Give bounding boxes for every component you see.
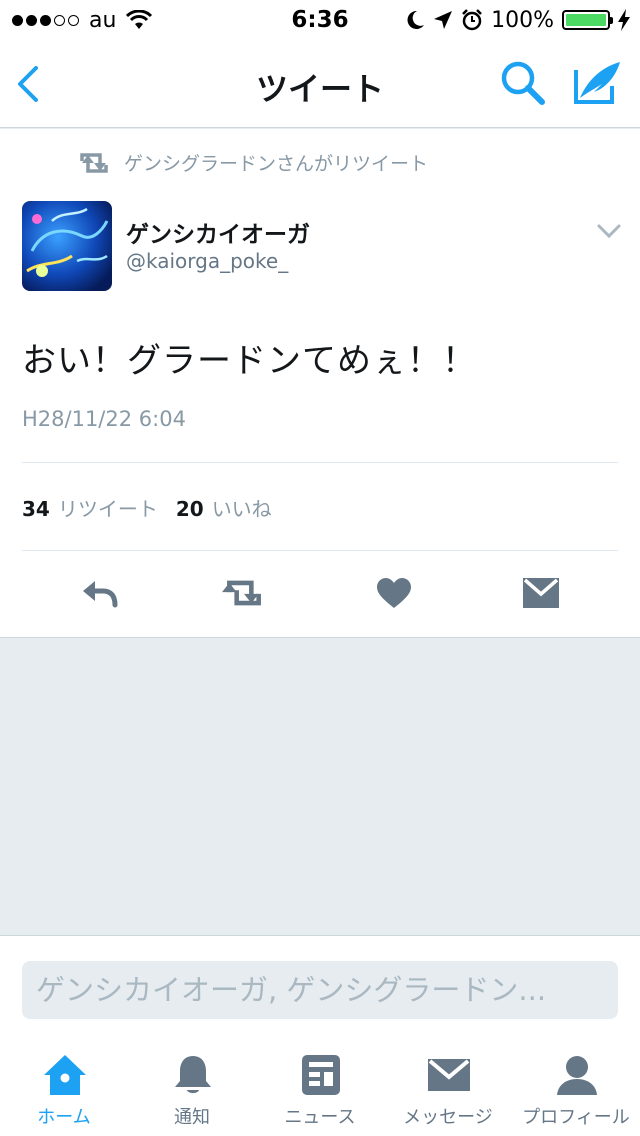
retweet-count[interactable]: 34	[22, 497, 50, 521]
tweet-stats: 34 リツイート 20 いいね	[22, 493, 290, 522]
divider	[22, 462, 618, 463]
bell-icon	[175, 1056, 211, 1093]
compose-button[interactable]	[572, 58, 624, 108]
reply-icon	[83, 581, 118, 608]
retweet-button[interactable]	[222, 571, 266, 615]
location-arrow-icon	[434, 11, 453, 29]
news-icon	[302, 1055, 340, 1095]
envelope-icon	[523, 578, 559, 608]
tab-messages[interactable]: メッセージ	[384, 1037, 512, 1136]
tab-profile-label: プロフィール	[522, 1107, 630, 1128]
battery-level	[566, 14, 606, 26]
alarm-icon	[462, 9, 482, 31]
avatar[interactable]	[22, 201, 112, 291]
nav-bar: ツイート	[0, 40, 640, 128]
battery-icon	[562, 10, 613, 30]
tab-news[interactable]: ニュース	[256, 1037, 384, 1136]
chevron-down-icon	[597, 224, 621, 239]
envelope-icon	[428, 1059, 470, 1091]
reply-input[interactable]	[22, 961, 618, 1019]
tab-home-label: ホーム	[37, 1107, 91, 1128]
battery-percent: 100%	[491, 7, 554, 33]
tab-news-label: ニュース	[284, 1107, 356, 1128]
direct-message-button[interactable]	[519, 571, 563, 615]
tab-home[interactable]: ホーム	[0, 1037, 128, 1136]
tweet-timestamp: H28/11/22 6:04	[22, 407, 186, 431]
tab-profile[interactable]: プロフィール	[512, 1037, 640, 1136]
status-bar: au 6:36 100%	[0, 0, 640, 40]
heart-icon	[377, 578, 411, 608]
tab-notifications-label: 通知	[174, 1107, 210, 1128]
tab-messages-label: メッセージ	[403, 1107, 493, 1128]
tweet-detail: ゲンシグラードンさんがリツイート ゲンシカイオーガ @kaiorga_poke_	[0, 129, 640, 638]
avatar-image	[22, 201, 112, 291]
retweet-context[interactable]: ゲンシグラードンさんがリツイート	[78, 149, 428, 176]
divider	[22, 550, 618, 551]
reply-bar	[0, 935, 640, 1037]
tweet-text: おい！グラードンてめぇ！！	[22, 341, 477, 381]
like-button[interactable]	[372, 571, 416, 615]
status-right: 100%	[407, 8, 630, 33]
reply-button[interactable]	[77, 571, 121, 615]
author-handle[interactable]: @kaiorga_poke_	[126, 249, 288, 273]
retweet-small-icon	[80, 152, 108, 173]
person-icon	[557, 1056, 597, 1095]
charging-bolt-icon	[618, 9, 630, 31]
moon-icon	[407, 10, 425, 29]
retweet-label[interactable]: リツイート	[58, 493, 158, 522]
tab-bar: ホーム 通知 ニュース メッセージ プロフィール	[0, 1037, 640, 1136]
home-icon	[44, 1055, 86, 1095]
like-label[interactable]: いいね	[212, 493, 272, 522]
retweet-context-text: ゲンシグラードンさんがリツイート	[124, 153, 429, 175]
more-options-button[interactable]	[596, 221, 622, 241]
retweet-icon	[222, 580, 261, 606]
author-name[interactable]: ゲンシカイオーガ	[126, 215, 310, 249]
search-button[interactable]	[498, 58, 548, 108]
search-icon	[501, 61, 545, 105]
compose-icon	[574, 62, 620, 104]
tab-notifications[interactable]: 通知	[128, 1037, 256, 1136]
like-count[interactable]: 20	[176, 497, 204, 521]
